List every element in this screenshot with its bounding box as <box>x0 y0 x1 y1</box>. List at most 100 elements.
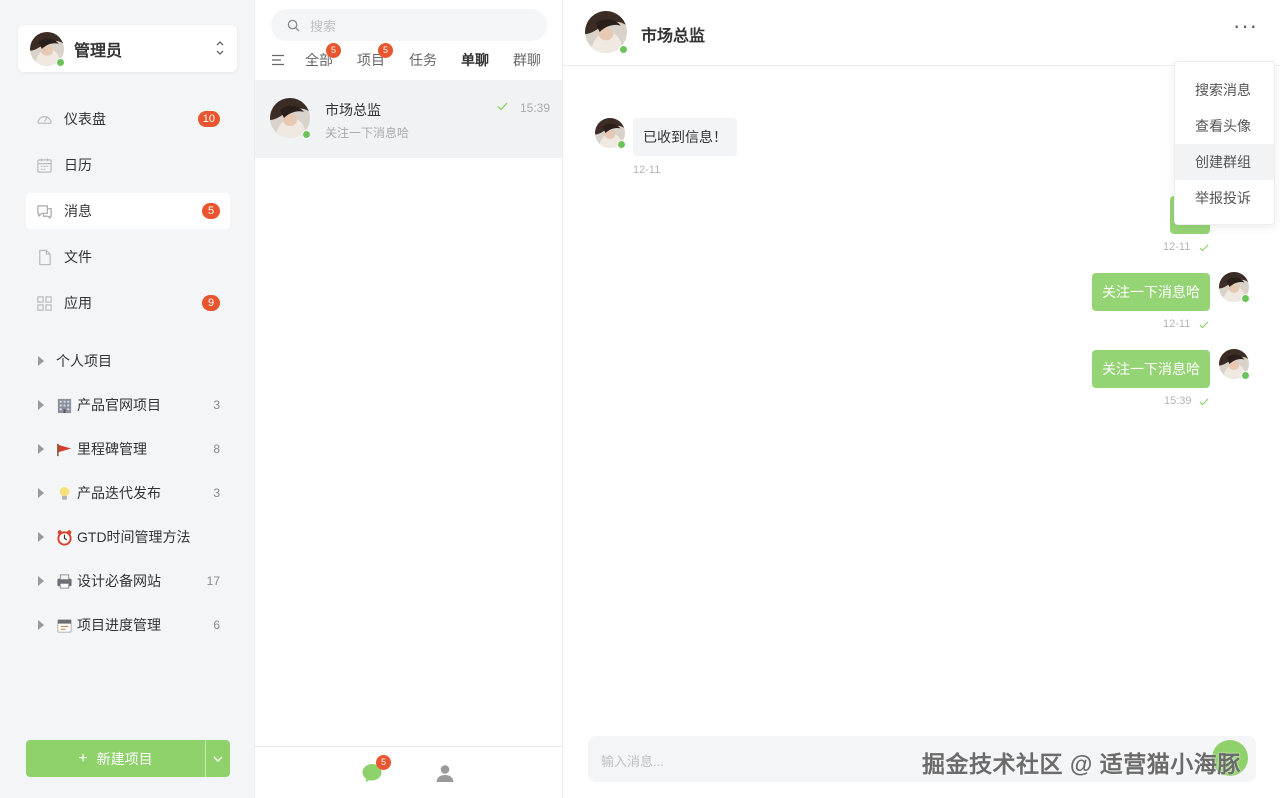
conversation-footer: 5 <box>255 746 562 798</box>
chat-footer-button[interactable]: 5 <box>360 755 391 785</box>
project-item[interactable]: 里程碑管理 8 <box>26 427 230 471</box>
nav-label: 消息 <box>64 203 92 219</box>
project-count: 6 <box>213 618 220 632</box>
tab-group[interactable]: 群聊 <box>513 50 541 70</box>
project-item[interactable]: 设计必备网站 17 <box>26 559 230 603</box>
nav-item-messages[interactable]: 消息 5 <box>26 193 230 229</box>
read-check-icon <box>1199 244 1209 252</box>
nav-label: 文件 <box>64 249 92 265</box>
nav-label: 仪表盘 <box>64 111 106 127</box>
conversation-tabs: 全部 5 项目 5 任务 单聊 群聊 <box>271 43 561 74</box>
tab-direct[interactable]: 单聊 <box>461 50 489 70</box>
tab-all[interactable]: 全部 5 <box>305 43 341 70</box>
message-bubble-incoming: 已收到信息！ <box>633 118 737 156</box>
expand-triangle-icon[interactable] <box>38 488 44 498</box>
nav-item-dashboard[interactable]: 仪表盘 10 <box>26 101 230 137</box>
online-status-dot <box>1241 294 1250 303</box>
nav-item-files[interactable]: 文件 <box>26 239 230 275</box>
dashboard-icon <box>37 115 52 124</box>
avatar <box>1219 349 1250 380</box>
nav-item-calendar[interactable]: 日历 <box>26 147 230 183</box>
message-time: 12-11 <box>1163 241 1191 253</box>
message-time: 12-11 <box>633 164 661 176</box>
nav-badge: 5 <box>202 203 220 219</box>
nav-item-apps[interactable]: 应用 9 <box>26 285 230 321</box>
project-count: 17 <box>206 574 220 588</box>
message-bubble-outgoing: 关注一下消息哈 <box>1092 273 1210 311</box>
read-check-icon <box>497 102 508 111</box>
search-input[interactable]: 搜索 <box>271 9 547 41</box>
file-icon <box>39 249 51 265</box>
project-item[interactable]: 项目进度管理 6 <box>26 603 230 647</box>
watermark: 掘金技术社区 @ 适营猫小海豚 <box>922 751 1241 777</box>
tab-label: 单聊 <box>461 52 489 68</box>
plus-icon: + <box>78 749 88 767</box>
expand-triangle-icon[interactable] <box>38 444 44 454</box>
tab-project[interactable]: 项目 5 <box>357 43 393 70</box>
message-bubble-outgoing: 关注一下消息哈 <box>1092 350 1210 388</box>
project-item[interactable]: 产品迭代发布 3 <box>26 471 230 515</box>
project-label: 设计必备网站 <box>77 573 161 589</box>
menu-lines-icon[interactable] <box>271 54 285 66</box>
project-item[interactable]: 个人项目 <box>26 339 230 383</box>
expand-triangle-icon[interactable] <box>38 400 44 410</box>
project-label: 项目进度管理 <box>77 617 161 633</box>
nav-badge: 10 <box>197 111 220 127</box>
chevron-updown-icon <box>216 41 224 55</box>
more-options-icon[interactable]: ··· <box>1233 15 1258 37</box>
message-time: 12-11 <box>1163 318 1191 330</box>
chat-title: 市场总监 <box>641 28 706 45</box>
expand-triangle-icon[interactable] <box>38 532 44 542</box>
menu-item-search-messages[interactable]: 搜索消息 <box>1175 72 1274 108</box>
message-icon <box>37 204 52 219</box>
menu-item-report[interactable]: 举报投诉 <box>1175 180 1274 216</box>
new-project-control: + 新建项目 <box>26 740 230 777</box>
project-label: 里程碑管理 <box>77 441 147 457</box>
avatar[interactable] <box>585 11 628 54</box>
conversation-panel: 搜索 全部 5 项目 5 任务 单聊 群聊 市场总监 关注一下消息哈 15:39 5 <box>255 0 563 798</box>
tab-badge: 5 <box>326 43 341 58</box>
alarm-clock-icon <box>57 529 72 546</box>
project-item[interactable]: 产品官网项目 3 <box>26 383 230 427</box>
menu-item-create-group[interactable]: 创建群组 <box>1175 144 1274 180</box>
project-label: 产品官网项目 <box>77 397 161 413</box>
project-item[interactable]: GTD时间管理方法 <box>26 515 230 559</box>
flag-icon <box>57 443 72 456</box>
tab-task[interactable]: 任务 <box>409 50 437 70</box>
tab-label: 任务 <box>409 52 437 68</box>
tab-label: 群聊 <box>513 52 541 68</box>
user-name: 管理员 <box>74 42 123 60</box>
project-count: 3 <box>213 398 220 412</box>
sidebar: 管理员 仪表盘 10 日历 消息 5 文件 应用 9 个人项目 产品官网项目 3… <box>0 0 255 798</box>
project-list: 个人项目 产品官网项目 3 里程碑管理 8 产品迭代发布 3 GTD时间管理方法 <box>26 339 230 647</box>
menu-item-view-avatar[interactable]: 查看头像 <box>1175 108 1274 144</box>
user-switcher[interactable]: 管理员 <box>18 25 237 72</box>
online-status-dot <box>1241 371 1250 380</box>
avatar <box>595 118 626 149</box>
avatar <box>1219 272 1250 303</box>
new-project-button[interactable]: + 新建项目 <box>26 740 205 777</box>
printer-icon <box>57 574 72 588</box>
contacts-footer-button[interactable] <box>433 761 457 785</box>
conversation-time: 15:39 <box>519 101 550 115</box>
online-status-dot <box>619 45 628 54</box>
avatar <box>30 32 65 67</box>
project-label: 个人项目 <box>56 353 112 369</box>
nav-label: 应用 <box>64 295 92 311</box>
main-nav: 仪表盘 10 日历 消息 5 文件 应用 9 <box>26 101 230 331</box>
message-time: 15:39 <box>1164 395 1192 407</box>
tab-badge: 5 <box>378 43 393 58</box>
online-status-dot <box>56 57 65 67</box>
conversation-item[interactable]: 市场总监 关注一下消息哈 15:39 <box>255 80 562 158</box>
calendar-icon <box>37 157 52 173</box>
chevron-down-icon <box>213 756 223 762</box>
nav-label: 日历 <box>64 157 92 173</box>
message-input-placeholder: 输入消息... <box>601 754 664 769</box>
office-building-icon <box>57 398 72 413</box>
expand-triangle-icon[interactable] <box>38 576 44 586</box>
expand-triangle-icon[interactable] <box>38 356 44 366</box>
search-placeholder: 搜索 <box>310 18 337 34</box>
new-project-dropdown[interactable] <box>205 740 230 777</box>
expand-triangle-icon[interactable] <box>38 620 44 630</box>
apps-icon <box>37 295 52 311</box>
